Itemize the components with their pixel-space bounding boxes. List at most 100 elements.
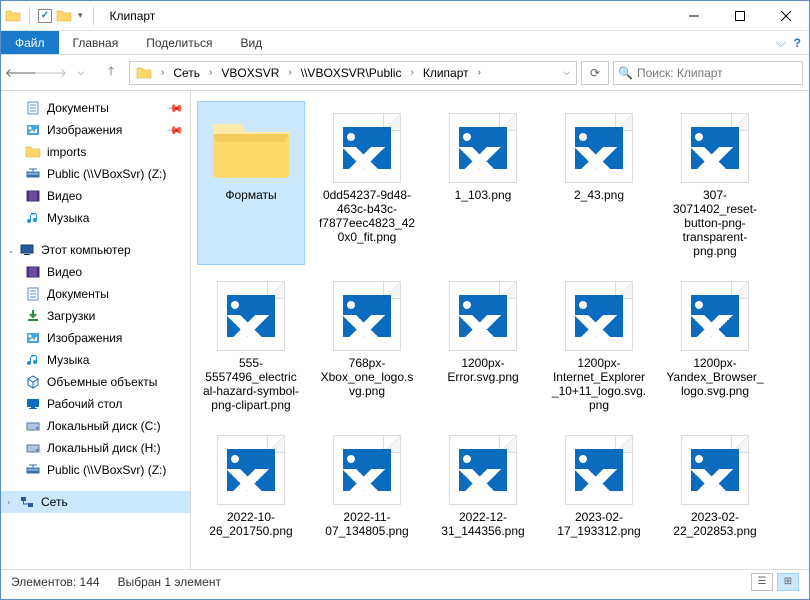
sidebar-item-label: Public (\\VBoxSvr) (Z:) bbox=[47, 167, 166, 181]
sidebar-item-label: Музыка bbox=[47, 211, 89, 225]
breadcrumb-root-icon[interactable] bbox=[132, 62, 156, 84]
window-controls bbox=[671, 1, 809, 31]
tile-caption: 2022-12-31_144356.png bbox=[434, 510, 532, 538]
sidebar-item[interactable]: Изображения bbox=[1, 327, 190, 349]
image-thumbnail-icon bbox=[681, 435, 749, 505]
breadcrumb-item[interactable]: \\VBOXSVR\Public bbox=[297, 62, 406, 84]
file-tile[interactable]: 1_103.png bbox=[429, 101, 537, 265]
search-box[interactable]: 🔍 bbox=[613, 61, 803, 85]
tab-home[interactable]: Главная bbox=[59, 31, 133, 54]
sidebar-item[interactable]: Загрузки bbox=[1, 305, 190, 327]
sidebar-item[interactable]: Документы📌 bbox=[1, 97, 190, 119]
sidebar-item-label: Видео bbox=[47, 265, 82, 279]
image-thumbnail-icon bbox=[565, 281, 633, 351]
file-tile[interactable]: 2_43.png bbox=[545, 101, 653, 265]
tile-caption: 1200px-Internet_Explorer_10+11_logo.svg.… bbox=[550, 356, 648, 412]
breadcrumb-item[interactable]: VBOXSVR bbox=[217, 62, 283, 84]
sidebar-item-label: imports bbox=[47, 145, 86, 159]
sidebar-item-label: Локальный диск (H:) bbox=[47, 441, 161, 455]
view-details-button[interactable]: ☰ bbox=[751, 573, 773, 591]
nav-history-dropdown[interactable]: ⌵ bbox=[67, 61, 95, 85]
maximize-button[interactable] bbox=[717, 1, 763, 31]
net-icon bbox=[25, 462, 41, 478]
sidebar-item[interactable]: ›Сеть bbox=[1, 491, 190, 513]
file-tile[interactable]: 2022-10-26_201750.png bbox=[197, 423, 305, 545]
view-thumbnails-button[interactable]: ⊞ bbox=[777, 573, 799, 591]
sidebar-item[interactable]: imports bbox=[1, 141, 190, 163]
tile-caption: Форматы bbox=[225, 188, 276, 202]
nav-back-button[interactable]: 🡐 bbox=[7, 61, 35, 85]
search-input[interactable] bbox=[637, 66, 798, 80]
breadcrumb-item[interactable]: Сеть bbox=[169, 62, 204, 84]
sidebar-item[interactable]: Public (\\VBoxSvr) (Z:) bbox=[1, 163, 190, 185]
chevron-right-icon[interactable]: › bbox=[206, 67, 215, 78]
file-tile[interactable]: 2023-02-22_202853.png bbox=[661, 423, 769, 545]
separator bbox=[29, 7, 30, 25]
refresh-button[interactable]: ⟳ bbox=[581, 61, 609, 85]
tile-caption: 307-3071402_reset-button-png-transparent… bbox=[666, 188, 764, 258]
sidebar-item[interactable]: Изображения📌 bbox=[1, 119, 190, 141]
tree-expand-icon[interactable]: ⌄ bbox=[7, 245, 17, 256]
sidebar-item[interactable]: Локальный диск (H:) bbox=[1, 437, 190, 459]
image-thumbnail-icon bbox=[449, 113, 517, 183]
sidebar-item[interactable]: Рабочий стол bbox=[1, 393, 190, 415]
sidebar-item[interactable]: Документы bbox=[1, 283, 190, 305]
doc-icon bbox=[25, 286, 41, 302]
nav-forward-button[interactable]: 🡒 bbox=[37, 61, 65, 85]
tree-expand-icon[interactable]: › bbox=[7, 497, 17, 507]
help-icon[interactable]: ? bbox=[794, 36, 801, 50]
chevron-right-icon[interactable]: › bbox=[285, 67, 294, 78]
tile-caption: 2023-02-22_202853.png bbox=[666, 510, 764, 538]
file-tile[interactable]: 768px-Xbox_one_logo.svg.png bbox=[313, 269, 421, 419]
sidebar-item[interactable]: ⌄ Этот компьютер bbox=[1, 239, 190, 261]
net-icon bbox=[25, 166, 41, 182]
image-thumbnail-icon bbox=[681, 281, 749, 351]
sidebar-item-label: Этот компьютер bbox=[41, 243, 131, 257]
file-tile[interactable]: 307-3071402_reset-button-png-transparent… bbox=[661, 101, 769, 265]
sidebar[interactable]: Документы📌Изображения📌 imports Public (\\V… bbox=[1, 91, 191, 569]
sidebar-item[interactable]: Локальный диск (C:) bbox=[1, 415, 190, 437]
minimize-button[interactable] bbox=[671, 1, 717, 31]
nav-up-button[interactable]: 🡑 bbox=[97, 61, 125, 85]
qat-properties-icon[interactable]: ✓ bbox=[38, 9, 52, 23]
qat-folder-icon[interactable] bbox=[5, 8, 21, 24]
hdd-icon bbox=[25, 440, 41, 456]
file-tile[interactable]: 555-5557496_electrical-hazard-symbol-png… bbox=[197, 269, 305, 419]
image-thumbnail-icon bbox=[333, 113, 401, 183]
chevron-right-icon[interactable]: › bbox=[158, 67, 167, 78]
qat-dropdown-icon[interactable]: ▾ bbox=[76, 10, 85, 21]
file-tile[interactable]: 1200px-Internet_Explorer_10+11_logo.svg.… bbox=[545, 269, 653, 419]
sidebar-item[interactable]: Видео bbox=[1, 185, 190, 207]
sidebar-item[interactable]: Объемные объекты bbox=[1, 371, 190, 393]
file-pane[interactable]: Форматы 0dd54237-9d48-463c-b43c-f7877eec4… bbox=[191, 91, 809, 569]
file-tile[interactable]: 2022-11-07_134805.png bbox=[313, 423, 421, 545]
file-tile[interactable]: 2023-02-17_193312.png bbox=[545, 423, 653, 545]
sidebar-item[interactable]: Видео bbox=[1, 261, 190, 283]
file-tile[interactable]: 1200px-Error.svg.png bbox=[429, 269, 537, 419]
tab-share[interactable]: Поделиться bbox=[132, 31, 226, 54]
sidebar-item[interactable]: Музыка bbox=[1, 349, 190, 371]
qat-newfolder-icon[interactable] bbox=[56, 8, 72, 24]
sidebar-item[interactable]: Музыка bbox=[1, 207, 190, 229]
file-tile[interactable]: 0dd54237-9d48-463c-b43c-f7877eec4823_420… bbox=[313, 101, 421, 265]
tab-file[interactable]: Файл bbox=[1, 31, 59, 54]
hdd-icon bbox=[25, 418, 41, 434]
breadcrumb[interactable]: › Сеть › VBOXSVR › \\VBOXSVR\Public › Кл… bbox=[129, 61, 577, 85]
sidebar-item-label: Загрузки bbox=[47, 309, 95, 323]
tile-caption: 0dd54237-9d48-463c-b43c-f7877eec4823_420… bbox=[318, 188, 416, 244]
chevron-right-icon[interactable]: › bbox=[475, 67, 484, 78]
breadcrumb-item[interactable]: Клипарт bbox=[419, 62, 473, 84]
tab-view[interactable]: Вид bbox=[226, 31, 276, 54]
breadcrumb-dropdown-icon[interactable]: ⌵ bbox=[563, 67, 570, 78]
image-thumbnail-icon bbox=[333, 281, 401, 351]
chevron-right-icon[interactable]: › bbox=[407, 67, 416, 78]
tile-caption: 1200px-Yandex_Browser_logo.svg.png bbox=[666, 356, 764, 398]
ribbon-expand-icon[interactable]: ⌵ bbox=[776, 35, 786, 51]
file-tile[interactable]: 1200px-Yandex_Browser_logo.svg.png bbox=[661, 269, 769, 419]
vid-icon bbox=[25, 188, 41, 204]
sidebar-item[interactable]: Public (\\VBoxSvr) (Z:) bbox=[1, 459, 190, 481]
address-bar-row: 🡐 🡒 ⌵ 🡑 › Сеть › VBOXSVR › \\VBOXSVR\Pub… bbox=[1, 55, 809, 91]
file-tile[interactable]: 2022-12-31_144356.png bbox=[429, 423, 537, 545]
close-button[interactable] bbox=[763, 1, 809, 31]
folder-tile[interactable]: Форматы bbox=[197, 101, 305, 265]
